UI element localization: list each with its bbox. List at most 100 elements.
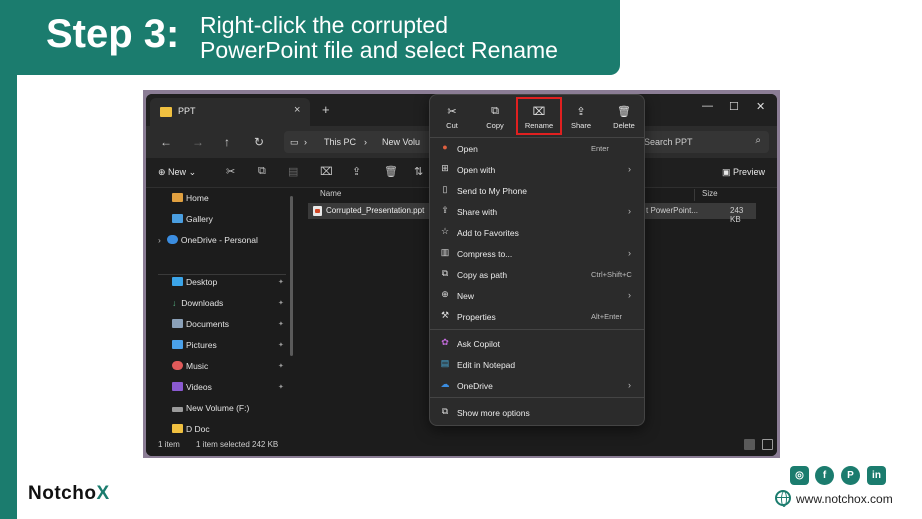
new-button[interactable]: ⊕ New ⌄ [158, 167, 196, 178]
pin-icon[interactable]: ✦ [278, 299, 284, 307]
paste-icon[interactable]: ▤ [288, 165, 298, 178]
chevron-right-icon: › [304, 137, 307, 147]
share-icon[interactable]: ⇪ [352, 165, 361, 178]
notchox-logo: NotchoX [28, 483, 110, 505]
sidebar-item-desktop[interactable]: Desktop [172, 277, 217, 295]
facebook-icon[interactable]: f [815, 466, 834, 485]
sidebar-item-music[interactable]: Music [172, 361, 208, 379]
menu-item-ask-copilot[interactable]: ✿ Ask Copilot [438, 334, 638, 354]
sidebar-label: New Volume (F:) [186, 403, 250, 413]
chevron-right-icon: › [364, 137, 367, 147]
pin-icon[interactable]: ✦ [278, 383, 284, 391]
chevron-right-icon: › [628, 290, 631, 300]
sidebar-item-downloads[interactable]: ↓ Downloads [172, 298, 223, 316]
back-icon[interactable]: ← [160, 135, 172, 149]
sidebar-scrollbar[interactable] [290, 196, 293, 356]
pinterest-icon[interactable]: P [841, 466, 860, 485]
open-with-icon: ⊞ [441, 163, 449, 173]
tab-ppt[interactable]: PPT × [150, 98, 310, 126]
share-label: Share [570, 121, 591, 130]
sidebar-label: D Doc [186, 424, 210, 434]
sidebar-item-videos[interactable]: Videos [172, 382, 212, 400]
navigation-pane: Home Gallery › OneDrive - Personal Deskto… [146, 189, 294, 434]
sidebar-label: Videos [186, 382, 212, 392]
website-link[interactable]: www.notchox.com [796, 492, 893, 506]
breadcrumb-this-pc[interactable]: This PC [324, 137, 356, 147]
share-action[interactable]: ⇪ Share [561, 101, 601, 135]
minimize-icon[interactable]: — [702, 100, 713, 112]
share-icon: ⇪ [441, 205, 449, 215]
sidebar-item-documents[interactable]: Documents [172, 319, 229, 337]
menu-item-show-more[interactable]: ⧉ Show more options [438, 403, 638, 423]
shortcut: Enter [591, 144, 609, 153]
delete-label: Delete [613, 121, 635, 130]
column-header-size[interactable]: Size [702, 189, 718, 198]
menu-item-add-favorites[interactable]: ☆ Add to Favorites [438, 223, 638, 243]
new-tab-button[interactable]: + [322, 102, 330, 117]
menu-item-share-with[interactable]: ⇪ Share with › [438, 202, 638, 222]
search-input[interactable]: Search PPT ⌕ [636, 131, 769, 153]
sidebar-item-new-volume[interactable]: New Volume (F:) [172, 403, 249, 421]
close-tab-icon[interactable]: × [294, 104, 300, 116]
cut-action[interactable]: ✂ Cut [432, 101, 472, 135]
search-placeholder: Search PPT [644, 137, 693, 147]
sidebar-item-home[interactable]: Home [172, 193, 209, 211]
breadcrumb[interactable]: ▭ › This PC › New Volu [284, 131, 444, 153]
instagram-icon[interactable]: ◎ [790, 466, 809, 485]
preview-button[interactable]: ▣ Preview [722, 167, 765, 178]
refresh-icon[interactable]: ↻ [254, 135, 264, 149]
cut-icon[interactable]: ✂ [226, 165, 235, 178]
share-icon: ⇪ [576, 106, 586, 118]
menu-item-send-to-phone[interactable]: ▯ Send to My Phone [438, 181, 638, 201]
delete-action[interactable]: 🗑 Delete [604, 101, 644, 135]
copy-action[interactable]: ⧉ Copy [475, 101, 515, 135]
menu-item-copy-path[interactable]: ⧉ Copy as path Ctrl+Shift+C [438, 265, 638, 285]
up-icon[interactable]: ↑ [224, 135, 230, 149]
menu-item-new[interactable]: ⊕ New › [438, 286, 638, 306]
linkedin-icon[interactable]: in [867, 466, 886, 485]
tutorial-slide: Step 3: Right-click the corrupted PowerP… [0, 0, 922, 519]
accent-strip [0, 75, 17, 519]
delete-icon[interactable]: 🗑 [384, 165, 398, 178]
close-window-icon[interactable]: ✕ [756, 100, 765, 113]
menu-label: Copy as path [457, 270, 508, 280]
cut-icon: ✂ [447, 106, 457, 118]
sidebar-item-gallery[interactable]: Gallery [172, 214, 213, 232]
sidebar-item-pictures[interactable]: Pictures [172, 340, 217, 358]
menu-item-open[interactable]: ● Open Enter [438, 139, 638, 159]
sidebar-label: Gallery [186, 214, 213, 224]
pin-icon[interactable]: ✦ [278, 320, 284, 328]
monitor-icon: ▭ [290, 137, 299, 147]
sort-icon[interactable]: ⇅ [414, 165, 423, 178]
instruction-line-2: PowerPoint file and select Rename [200, 37, 558, 63]
breadcrumb-new-volume[interactable]: New Volu [382, 137, 420, 147]
menu-item-onedrive[interactable]: ☁ OneDrive › [438, 376, 638, 396]
menu-item-edit-notepad[interactable]: ▤ Edit in Notepad [438, 355, 638, 375]
delete-icon: 🗑 [617, 106, 631, 118]
maximize-icon[interactable]: ☐ [729, 100, 739, 113]
more-options-icon: ⧉ [441, 406, 449, 416]
pin-icon[interactable]: ✦ [278, 278, 284, 286]
zip-icon: ▥ [440, 247, 450, 257]
preview-label: Preview [733, 167, 766, 177]
cloud-icon: ☁ [440, 379, 450, 389]
rename-icon[interactable]: ⌧ [320, 165, 333, 178]
rename-highlight-box [516, 97, 562, 135]
status-bar: 1 item 1 item selected 242 KB [146, 435, 777, 456]
pin-icon[interactable]: ✦ [278, 341, 284, 349]
copy-icon[interactable]: ⧉ [258, 165, 266, 178]
sidebar-label: Music [186, 361, 209, 371]
column-header-name[interactable]: Name [320, 189, 341, 198]
explorer-screenshot: PPT × + — ☐ ✕ ← → ↑ ↻ ▭ › This PC › New … [143, 90, 780, 458]
pin-icon[interactable]: ✦ [278, 362, 284, 370]
videos-icon [172, 382, 183, 391]
tiles-view-icon[interactable] [762, 439, 773, 450]
menu-item-open-with[interactable]: ⊞ Open with › [438, 160, 638, 180]
menu-item-properties[interactable]: ⚒ Properties Alt+Enter [438, 307, 638, 327]
menu-label: Show more options [457, 408, 530, 418]
forward-icon[interactable]: → [192, 135, 204, 149]
phone-icon: ▯ [442, 184, 448, 194]
details-view-icon[interactable] [744, 439, 755, 450]
menu-item-compress[interactable]: ▥ Compress to... › [438, 244, 638, 264]
sidebar-item-onedrive[interactable]: › OneDrive - Personal [158, 235, 258, 253]
